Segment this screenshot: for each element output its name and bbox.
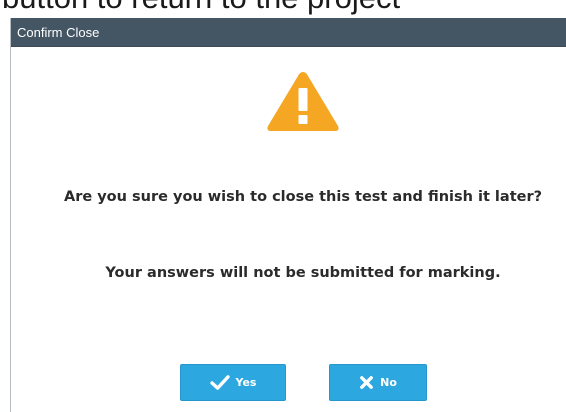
no-button[interactable]: No — [329, 364, 427, 401]
background-page-strip: button to return to the project — [0, 0, 566, 18]
warning-icon — [267, 72, 339, 131]
confirm-message: Are you sure you wish to close this test… — [63, 189, 543, 205]
yes-button-label: Yes — [235, 376, 257, 389]
yes-button[interactable]: Yes — [180, 364, 286, 401]
submission-notice: Your answers will not be submitted for m… — [105, 265, 501, 281]
dialog-titlebar: Confirm Close — [11, 18, 566, 47]
background-page-text: button to return to the project — [2, 0, 400, 15]
check-icon — [209, 375, 230, 390]
confirm-close-dialog: Confirm Close Are you sure you wish to c… — [10, 18, 566, 412]
dialog-title: Confirm Close — [17, 25, 100, 40]
x-icon — [360, 376, 373, 389]
no-button-label: No — [380, 376, 397, 389]
